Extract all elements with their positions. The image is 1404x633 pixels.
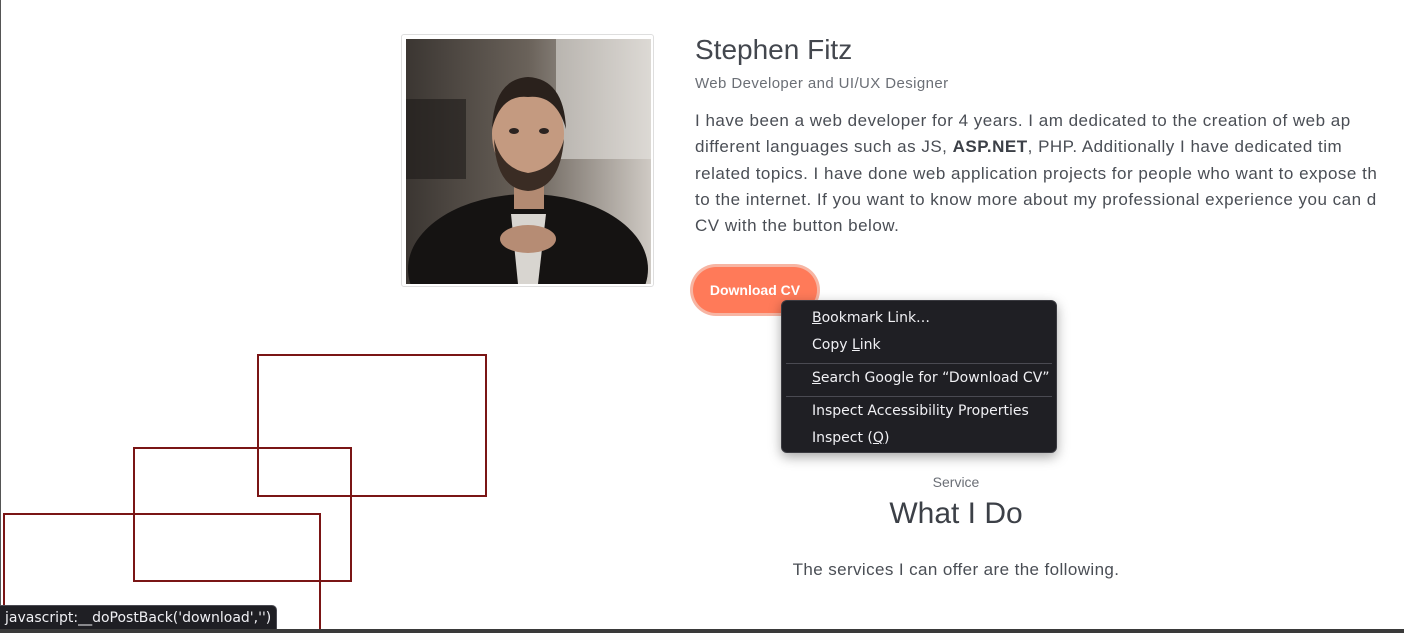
bio-text: to the internet. If you want to know mor… — [695, 189, 1377, 209]
bio-line: to the internet. If you want to know mor… — [695, 187, 1404, 213]
bio-text: CV with the button below. — [695, 216, 900, 236]
page: Stephen Fitz Web Developer and UI/UX Des… — [0, 0, 1404, 633]
menu-item-bookmark-link[interactable]: Bookmark Link… — [782, 307, 1056, 334]
context-menu: Bookmark Link… Copy Link Search Google f… — [781, 300, 1057, 453]
profile-bio: I have been a web developer for 4 years.… — [695, 108, 1404, 240]
bio-line: different languages such as JS, ASP.NET,… — [695, 134, 1404, 160]
menu-item-inspect-accessibility[interactable]: Inspect Accessibility Properties — [782, 400, 1056, 427]
menu-item-inspect[interactable]: Inspect (Q) — [782, 427, 1056, 454]
menu-separator — [786, 363, 1052, 364]
window-bottom-border — [0, 629, 1404, 633]
menu-item-copy-link[interactable]: Copy Link — [782, 334, 1056, 361]
profile-photo-frame — [401, 34, 654, 287]
window-left-border — [0, 0, 1, 633]
profile-name: Stephen Fitz — [695, 34, 853, 65]
profile-photo — [406, 39, 651, 284]
bio-text: different languages such as JS, — [695, 137, 953, 157]
bio-text: , PHP. Additionally I have dedicated tim — [1027, 137, 1343, 157]
bio-line: I have been a web developer for 4 years.… — [695, 108, 1404, 134]
services-subtitle: The services I can offer are the followi… — [792, 560, 1120, 579]
bio-text: I have been a web developer for 4 years.… — [695, 111, 1351, 130]
profile-subtitle: Web Developer and UI/UX Designer — [695, 75, 949, 92]
status-bar-link-preview: javascript:__doPostBack('download','') — [0, 605, 278, 630]
menu-separator — [786, 396, 1052, 397]
services-title: What I Do — [889, 497, 1023, 530]
bio-text: related topics. I have done web applicat… — [695, 163, 1378, 183]
bio-line: related topics. I have done web applicat… — [695, 161, 1404, 187]
services-eyebrow: Service — [932, 474, 980, 490]
bio-bold-text: ASP.NET — [952, 137, 1028, 157]
menu-item-search-google[interactable]: Search Google for “Download CV” — [782, 367, 1056, 394]
bio-line: CV with the button below. — [695, 213, 1404, 239]
